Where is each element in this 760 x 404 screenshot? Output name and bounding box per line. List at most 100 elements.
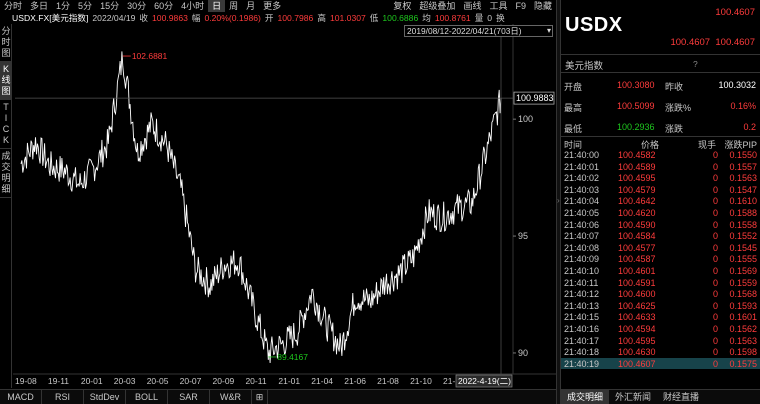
chart-type-tab[interactable]: 分时图 [0, 24, 12, 62]
quote-label: 涨跌% [665, 103, 692, 113]
x-tick-label: 20-09 [213, 376, 235, 386]
tick-cell: 21:40:18 [564, 347, 600, 358]
divider [561, 54, 760, 55]
indicator-tab[interactable]: W&R [210, 390, 252, 404]
x-tick-label: 20-05 [147, 376, 169, 386]
tab-char: 时 [1, 37, 11, 47]
indicator-tab[interactable]: BOLL [126, 390, 168, 404]
period-tab[interactable]: 日 [208, 0, 226, 12]
max-label: 102.6881 [132, 51, 168, 61]
panel-tabs: 成交明细 外汇新闻 财经直播 [561, 389, 760, 404]
toolbar-tool[interactable]: F9 [511, 0, 530, 12]
date-range-selector[interactable]: 2019/08/12-2022/04/21(703日) ▾ [404, 25, 553, 37]
help-icon[interactable]: ? [693, 59, 698, 69]
panel-bid: 100.4607 [670, 37, 711, 48]
tick-cell: 100.4607 [618, 358, 656, 369]
tick-cell: 100.4594 [618, 323, 656, 334]
period-tab[interactable]: 月 [242, 0, 259, 12]
tick-cell: 0.1568 [729, 289, 757, 300]
quote-row: 最高 100.5099 涨跌% 0.16% [561, 95, 760, 117]
close-label: 收 [139, 13, 149, 23]
period-tab[interactable]: 周 [225, 0, 242, 12]
toolbar-tool[interactable]: 超级叠加 [415, 0, 459, 12]
volume-label: 量 [474, 13, 484, 23]
panel-ask: 100.4607 [715, 37, 755, 48]
tick-cell: 21:40:13 [564, 300, 600, 311]
x-tick-label: 19-11 [48, 376, 69, 386]
tick-cell: 0.1569 [729, 265, 757, 276]
toolbar-tool[interactable]: 画线 [459, 0, 485, 12]
period-tab[interactable]: 多日 [26, 0, 52, 12]
period-tab[interactable]: 60分 [150, 0, 177, 12]
tick-row: 21:40:02 100.4595 0 0.1563 [561, 172, 760, 184]
tick-cell: 0.1562 [729, 323, 757, 334]
period-tab[interactable]: 1分 [52, 0, 74, 12]
quote-info-bar: USDX.FX[美元指数] 2022/04/19 收 100.9863 幅 0.20… [12, 12, 556, 24]
y-tick-label: 90 [518, 348, 528, 358]
tick-cell: 100.4633 [618, 312, 656, 323]
toolbar-tool[interactable]: 工具 [485, 0, 511, 12]
period-tab[interactable]: 分时 [0, 0, 26, 12]
x-tick-label: 21-08 [377, 376, 399, 386]
panel-name: 美元指数 [565, 61, 604, 72]
period-tab[interactable]: 5分 [74, 0, 96, 12]
chart-type-tab[interactable]: K线图 [0, 62, 12, 100]
tab-char: 分 [1, 26, 11, 36]
avg-label: 均 [422, 13, 431, 23]
tick-cell: 100.4591 [618, 277, 656, 288]
period-tab[interactable]: 更多 [259, 0, 285, 12]
panel-tab[interactable]: 外汇新闻 [609, 390, 657, 404]
period-tab[interactable]: 15分 [96, 0, 123, 12]
low-value: 100.6886 [382, 13, 419, 23]
panel-tab[interactable]: 财经直播 [657, 390, 705, 404]
period-tab[interactable]: 30分 [123, 0, 150, 12]
x-tick-label: 20-11 [245, 376, 266, 386]
add-indicator-button[interactable]: ⊞ [252, 390, 268, 404]
chevron-down-icon[interactable]: ▾ [547, 26, 551, 36]
tick-cell: 100.4589 [618, 161, 656, 172]
tick-cell: 100.4579 [618, 184, 656, 195]
tick-cell: 21:40:02 [564, 173, 600, 184]
quote-value: 100.3080 [617, 80, 655, 90]
tick-cell: 100.4587 [618, 254, 656, 265]
chevron-right-icon: › [557, 196, 560, 205]
quote-panel: USDX 100.4607 100.4607 100.4607 美元指数 ? 开… [561, 0, 760, 404]
quote-value: 0.16% [730, 101, 756, 111]
quote-value: 100.2936 [617, 122, 655, 132]
tick-row: 21:40:15 100.4633 0 0.1601 [561, 311, 760, 323]
tick-cell: 0 [713, 231, 719, 242]
chart-type-tab[interactable]: TICK [0, 100, 12, 149]
tick-row: 21:40:06 100.4590 0 0.1558 [561, 219, 760, 231]
chart-type-tab[interactable]: 成交明细 [0, 149, 12, 198]
period-toolbar: 分时 多日 1分 5分 15分 30分 60分 4小时日周月更多 复权 超级叠加 画线 工具 F9 隐藏 [0, 0, 556, 12]
tick-cell: 21:40:05 [564, 207, 600, 218]
change-label: 幅 [191, 13, 201, 23]
current-date-label: 2022-4-19(二) [458, 376, 511, 386]
tick-cell: 0.1558 [729, 219, 757, 230]
tick-cell: 100.4642 [618, 196, 656, 207]
tick-cell: 0 [713, 173, 719, 184]
quote-label: 开盘 [564, 82, 583, 92]
indicator-tab[interactable]: RSI [42, 390, 84, 404]
indicator-tab[interactable]: SAR [168, 390, 210, 404]
price-chart-svg: 100 95 90 102.6881 89.4167 100.9883 19-08 19-11… [13, 24, 556, 388]
price-chart[interactable]: 100 95 90 102.6881 89.4167 100.9883 19-08 19-11… [13, 24, 556, 388]
tick-cell: 0.1552 [729, 231, 757, 242]
quote-value: 0.2 [743, 122, 756, 132]
x-tick-label: 20-01 [81, 376, 103, 386]
chart-type-tabs: 分时图K线图TICK成交明细 [0, 24, 12, 388]
tick-cell: 100.4601 [618, 265, 656, 276]
quote-row: 开盘 100.3080 昨收 100.3032 [561, 74, 760, 96]
tick-cell: 0.1555 [729, 254, 757, 265]
toolbar-tool[interactable]: 复权 [389, 0, 415, 12]
period-tab[interactable]: 4小时 [177, 0, 208, 12]
last-price-label: 100.9883 [516, 93, 554, 103]
tick-table: 时间 价格 现手 涨跌PIP 21:40:00 100.4582 0 0.1550 21:40:… [561, 137, 760, 370]
panel-tab[interactable]: 成交明细 [561, 390, 610, 404]
toolbar-tool[interactable]: 隐藏 [530, 0, 556, 12]
x-tick-label: 21-10 [410, 376, 432, 386]
tick-row: 21:40:16 100.4594 0 0.1562 [561, 323, 760, 335]
close-value: 100.9863 [152, 13, 188, 23]
indicator-tab[interactable]: StdDev [84, 390, 126, 404]
indicator-tab[interactable]: MACD [0, 390, 42, 404]
